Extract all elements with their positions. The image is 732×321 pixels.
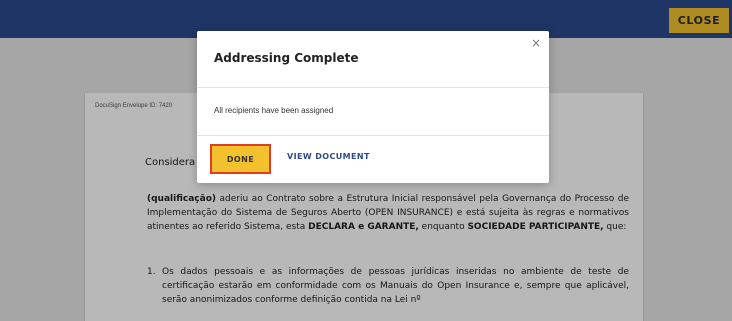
modal-title: Addressing Complete <box>214 51 359 65</box>
done-button[interactable]: DONE <box>210 144 271 174</box>
modal-divider-bottom <box>197 135 549 136</box>
docusign-screen: CLOSE DocuSign Envelope ID: 7420 Conside… <box>0 0 732 321</box>
view-document-button[interactable]: VIEW DOCUMENT <box>287 152 370 161</box>
addressing-complete-modal: Addressing Complete × All recipients hav… <box>197 31 549 183</box>
modal-divider-top <box>197 87 549 88</box>
close-icon[interactable]: × <box>531 36 541 50</box>
modal-message: All recipients have been assigned <box>214 106 334 115</box>
